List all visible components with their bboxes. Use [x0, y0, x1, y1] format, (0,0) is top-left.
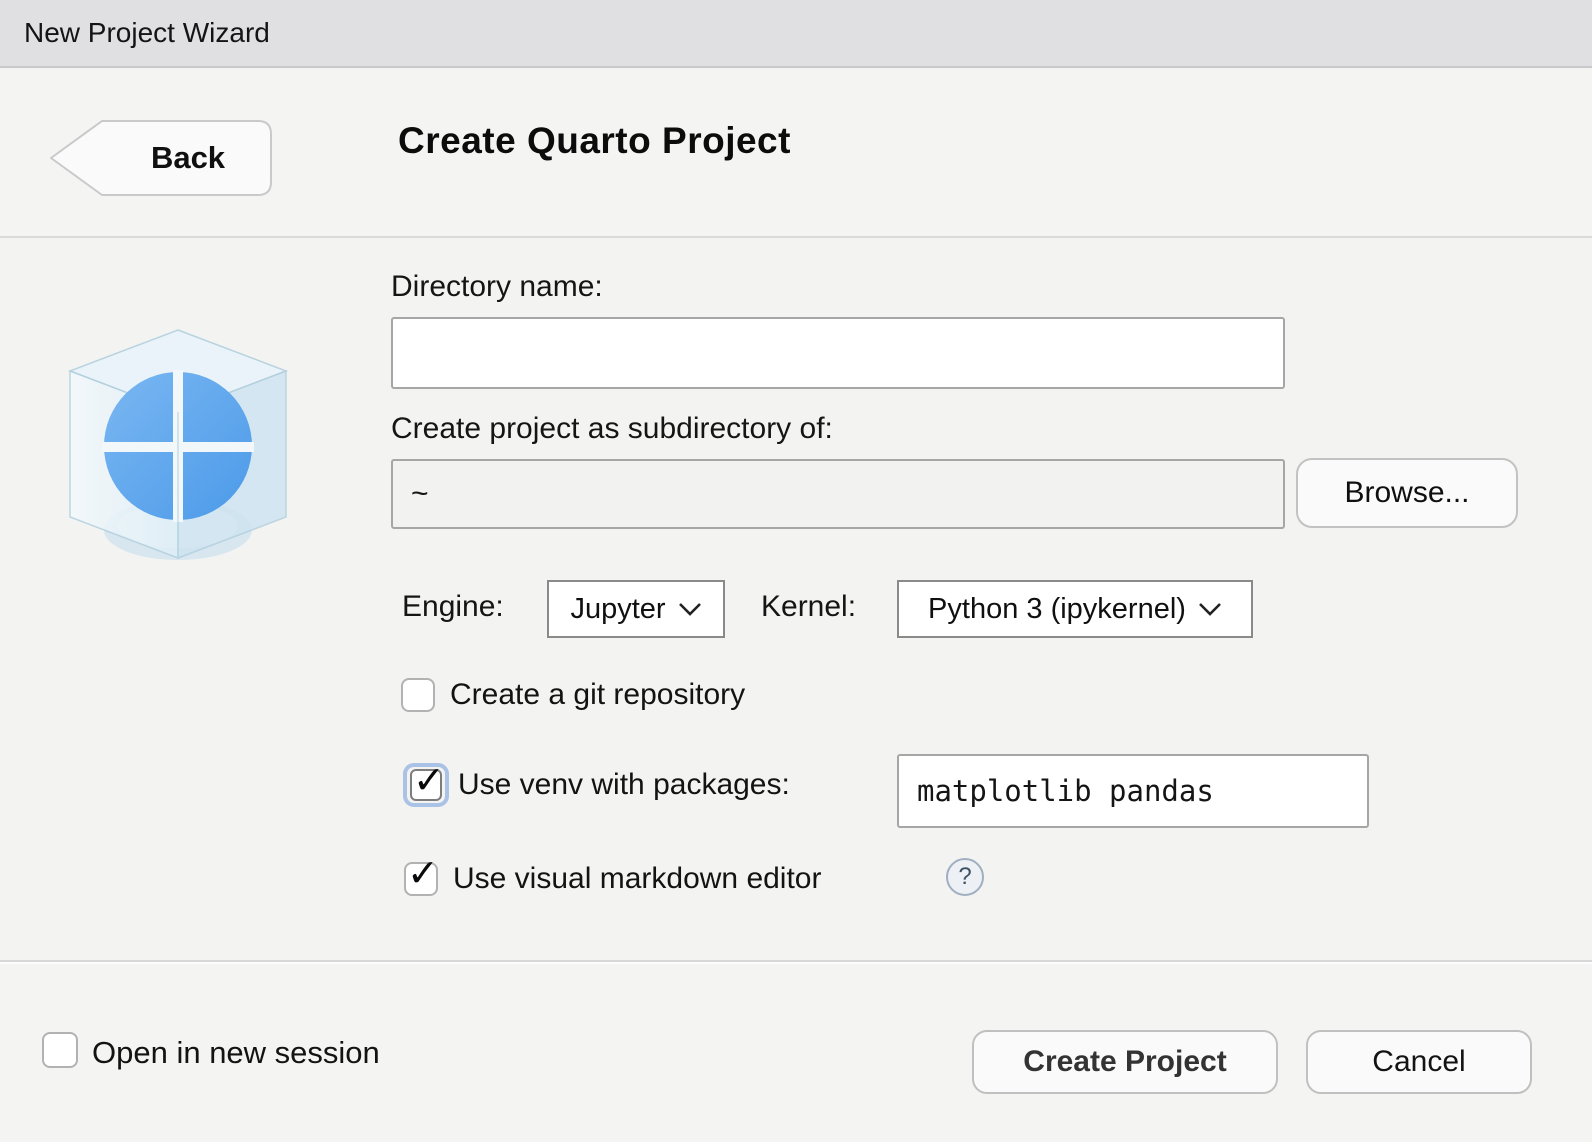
kernel-select[interactable]: Python 3 (ipykernel): [897, 580, 1253, 638]
wizard-body: Directory name: Create project as subdir…: [0, 240, 1592, 960]
visual-editor-checkbox[interactable]: ✓: [404, 862, 438, 896]
engine-select-value: Jupyter: [570, 593, 665, 626]
wizard-header: Back Create Quarto Project: [0, 70, 1592, 238]
directory-name-input[interactable]: [391, 317, 1285, 389]
back-button[interactable]: Back: [48, 118, 274, 198]
venv-label[interactable]: Use venv with packages:: [458, 768, 790, 802]
venv-packages-input[interactable]: [897, 754, 1369, 828]
git-repository-checkbox[interactable]: [401, 678, 435, 712]
git-repository-label[interactable]: Create a git repository: [450, 678, 745, 712]
subdirectory-input[interactable]: [391, 459, 1285, 529]
chevron-down-icon: [1198, 602, 1222, 616]
wizard-footer: Open in new session Create Project Cance…: [0, 960, 1592, 1142]
venv-checkbox[interactable]: ✓: [410, 769, 442, 801]
kernel-label: Kernel:: [761, 590, 856, 624]
engine-label: Engine:: [402, 590, 504, 624]
quarto-logo-icon: [50, 322, 305, 570]
chevron-down-icon: [678, 602, 702, 616]
help-icon-glyph: ?: [958, 863, 971, 891]
back-button-label: Back: [108, 118, 268, 198]
subdirectory-label: Create project as subdirectory of:: [391, 412, 833, 446]
visual-editor-label[interactable]: Use visual markdown editor: [453, 862, 821, 896]
page-title: Create Quarto Project: [398, 120, 791, 162]
venv-checkbox-focus-ring: ✓: [403, 763, 449, 807]
window-title: New Project Wizard: [24, 17, 270, 49]
titlebar: New Project Wizard: [0, 0, 1592, 68]
new-project-wizard-dialog: New Project Wizard Back Create Quarto Pr…: [0, 0, 1592, 1142]
help-icon[interactable]: ?: [946, 858, 984, 896]
checkmark-icon: ✓: [407, 855, 439, 893]
cancel-button[interactable]: Cancel: [1306, 1030, 1532, 1094]
kernel-select-value: Python 3 (ipykernel): [928, 593, 1186, 626]
checkmark-icon: ✓: [413, 762, 445, 800]
open-new-session-checkbox[interactable]: [42, 1032, 78, 1068]
engine-select[interactable]: Jupyter: [547, 580, 725, 638]
open-new-session-label[interactable]: Open in new session: [92, 1035, 380, 1071]
directory-name-label: Directory name:: [391, 270, 603, 304]
browse-button[interactable]: Browse...: [1296, 458, 1518, 528]
create-project-button[interactable]: Create Project: [972, 1030, 1278, 1094]
